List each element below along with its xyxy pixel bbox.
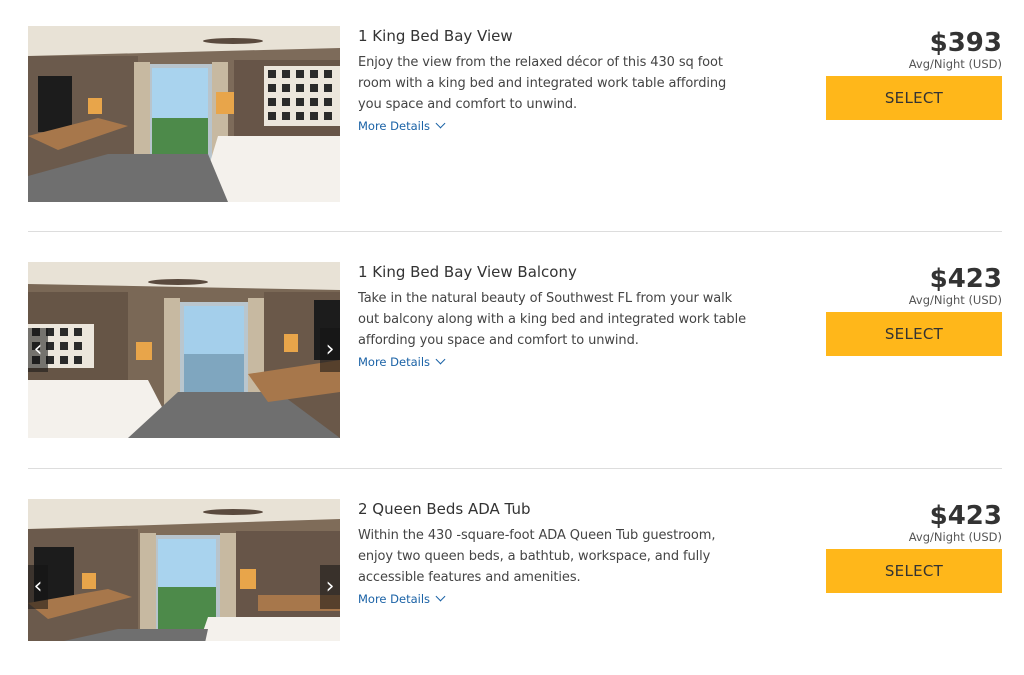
more-details-link[interactable]: More Details [358,589,446,609]
chevron-down-icon [435,591,446,602]
carousel-next-button[interactable]: › [320,565,340,609]
more-details-label: More Details [358,592,431,606]
room-price: $393 [929,28,1002,58]
chevron-left-icon: ‹ [33,337,43,362]
room-card: ‹ › 1 King Bed Bay View Balcony Take in … [28,262,1002,438]
room-photo-image [28,499,340,641]
carousel-next-button[interactable]: › [320,328,340,372]
room-price: $423 [929,264,1002,294]
price-box: $423 Avg/Night (USD) SELECT [826,262,1002,356]
more-details-label: More Details [358,119,431,133]
room-card: ‹ › 2 Queen Beds ADA Tub Within the 430 … [28,499,1002,675]
price-box: $423 Avg/Night (USD) SELECT [826,499,1002,593]
more-details-label: More Details [358,355,431,369]
more-details-link[interactable]: More Details [358,116,446,136]
room-description: Take in the natural beauty of Southwest … [358,291,746,348]
select-button[interactable]: SELECT [826,549,1002,593]
more-details-link[interactable]: More Details [358,352,446,372]
room-photo-image [28,262,340,438]
room-title: 1 King Bed Bay View Balcony [358,263,577,281]
carousel-prev-button[interactable]: ‹ [28,565,48,609]
room-info: 1 King Bed Bay View Enjoy the view from … [358,26,748,136]
price-box: $393 Avg/Night (USD) SELECT [826,26,1002,120]
divider [28,468,1002,469]
chevron-down-icon [435,354,446,365]
chevron-down-icon [435,118,446,129]
room-price: $423 [929,501,1002,531]
carousel-prev-button[interactable]: ‹ [28,328,48,372]
room-info: 2 Queen Beds ADA Tub Within the 430 -squ… [358,499,748,609]
room-photo[interactable]: ‹ › [28,499,340,641]
room-photo-image [28,26,340,202]
room-description: Within the 430 -square-foot ADA Queen Tu… [358,528,716,585]
price-unit: Avg/Night (USD) [908,530,1002,544]
room-description: Enjoy the view from the relaxed décor of… [358,55,727,112]
divider [28,231,1002,232]
chevron-left-icon: ‹ [33,574,43,599]
price-unit: Avg/Night (USD) [908,293,1002,307]
select-button[interactable]: SELECT [826,312,1002,356]
price-unit: Avg/Night (USD) [908,57,1002,71]
chevron-right-icon: › [325,574,335,599]
room-info: 1 King Bed Bay View Balcony Take in the … [358,262,748,372]
room-title: 2 Queen Beds ADA Tub [358,500,531,518]
room-title: 1 King Bed Bay View [358,27,513,45]
chevron-right-icon: › [325,337,335,362]
select-button[interactable]: SELECT [826,76,1002,120]
room-card: 1 King Bed Bay View Enjoy the view from … [28,26,1002,202]
room-photo[interactable]: ‹ › [28,262,340,438]
room-photo[interactable] [28,26,340,202]
